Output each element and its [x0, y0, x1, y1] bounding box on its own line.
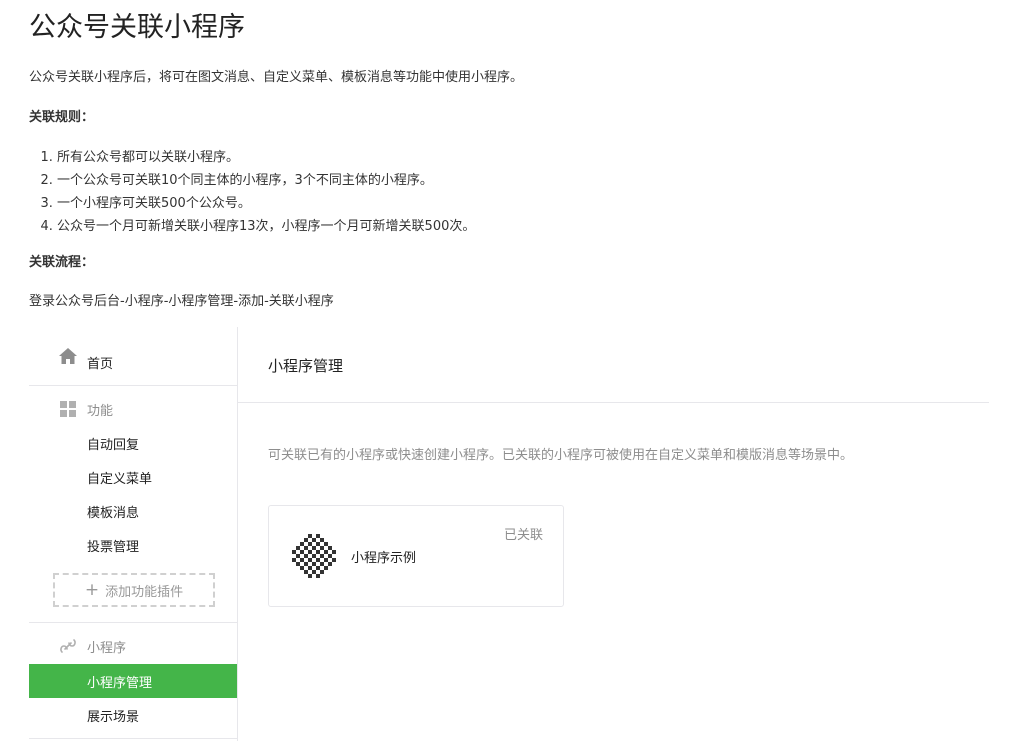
add-plugin-label: 添加功能插件	[105, 584, 184, 600]
embedded-screenshot: 首页 功能 自动回复 自定义菜单 模板消息 投票管理 + 添加功能插件 小程序 …	[29, 327, 989, 741]
sidebar-item-label: 首页	[87, 357, 114, 372]
sidebar-item-label: 模板消息	[87, 505, 140, 521]
sidebar-item-display-scene[interactable]: 展示场景	[29, 698, 237, 732]
add-plugin-button[interactable]: + 添加功能插件	[53, 573, 215, 607]
page-title: 公众号关联小程序	[29, 12, 245, 43]
main-description: 可关联已有的小程序或快速创建小程序。已关联的小程序可被使用在自定义菜单和模版消息…	[268, 448, 854, 463]
qr-code-icon	[290, 532, 338, 580]
sidebar-group-miniprogram: 小程序	[29, 629, 237, 663]
list-item: 一个小程序可关联500个公众号。	[57, 192, 475, 215]
sidebar-item-vote-management[interactable]: 投票管理	[29, 528, 237, 562]
list-item: 所有公众号都可以关联小程序。	[57, 146, 475, 169]
sidebar-item-label: 自动回复	[87, 437, 140, 453]
main-content: 小程序管理 可关联已有的小程序或快速创建小程序。已关联的小程序可被使用在自定义菜…	[238, 327, 989, 741]
link-icon	[59, 637, 77, 655]
plus-icon: +	[84, 579, 100, 600]
sidebar-item-auto-reply[interactable]: 自动回复	[29, 426, 237, 460]
list-item: 一个公众号可关联10个同主体的小程序，3个不同主体的小程序。	[57, 169, 475, 192]
intro-text: 公众号关联小程序后，将可在图文消息、自定义菜单、模板消息等功能中使用小程序。	[29, 70, 524, 85]
sidebar-item-label: 小程序管理	[87, 676, 153, 691]
sidebar-item-miniprogram-management[interactable]: 小程序管理	[29, 664, 237, 698]
main-divider	[238, 402, 989, 403]
miniprogram-name: 小程序示例	[351, 551, 417, 566]
miniprogram-card[interactable]: 已关联 小程序示例	[268, 505, 564, 607]
sidebar-item-label: 自定义菜单	[87, 471, 153, 487]
flow-text: 登录公众号后台-小程序-小程序管理-添加-关联小程序	[29, 294, 334, 309]
list-item: 公众号一个月可新增关联小程序13次，小程序一个月可新增关联500次。	[57, 215, 475, 238]
sidebar: 首页 功能 自动回复 自定义菜单 模板消息 投票管理 + 添加功能插件 小程序 …	[29, 327, 238, 741]
sidebar-item-label: 展示场景	[87, 709, 140, 725]
rules-heading: 关联规则：	[29, 110, 95, 125]
rules-list: 所有公众号都可以关联小程序。 一个公众号可关联10个同主体的小程序，3个不同主体…	[29, 146, 475, 238]
page: 公众号关联小程序 公众号关联小程序后，将可在图文消息、自定义菜单、模板消息等功能…	[0, 0, 1022, 741]
sidebar-item-template-message[interactable]: 模板消息	[29, 494, 237, 528]
sidebar-item-custom-menu[interactable]: 自定义菜单	[29, 460, 237, 494]
sidebar-item-home[interactable]: 首页	[29, 327, 237, 386]
flow-heading: 关联流程：	[29, 255, 95, 270]
sidebar-item-label: 投票管理	[87, 539, 140, 555]
status-badge: 已关联	[503, 528, 543, 543]
sidebar-divider	[29, 738, 237, 739]
sidebar-group-features: 功能	[29, 392, 237, 426]
sidebar-group-label: 功能	[87, 403, 114, 419]
home-icon	[59, 347, 77, 365]
grid-icon	[59, 400, 77, 418]
sidebar-group-label: 小程序	[87, 640, 127, 656]
main-title: 小程序管理	[268, 357, 344, 375]
sidebar-divider	[29, 622, 237, 623]
